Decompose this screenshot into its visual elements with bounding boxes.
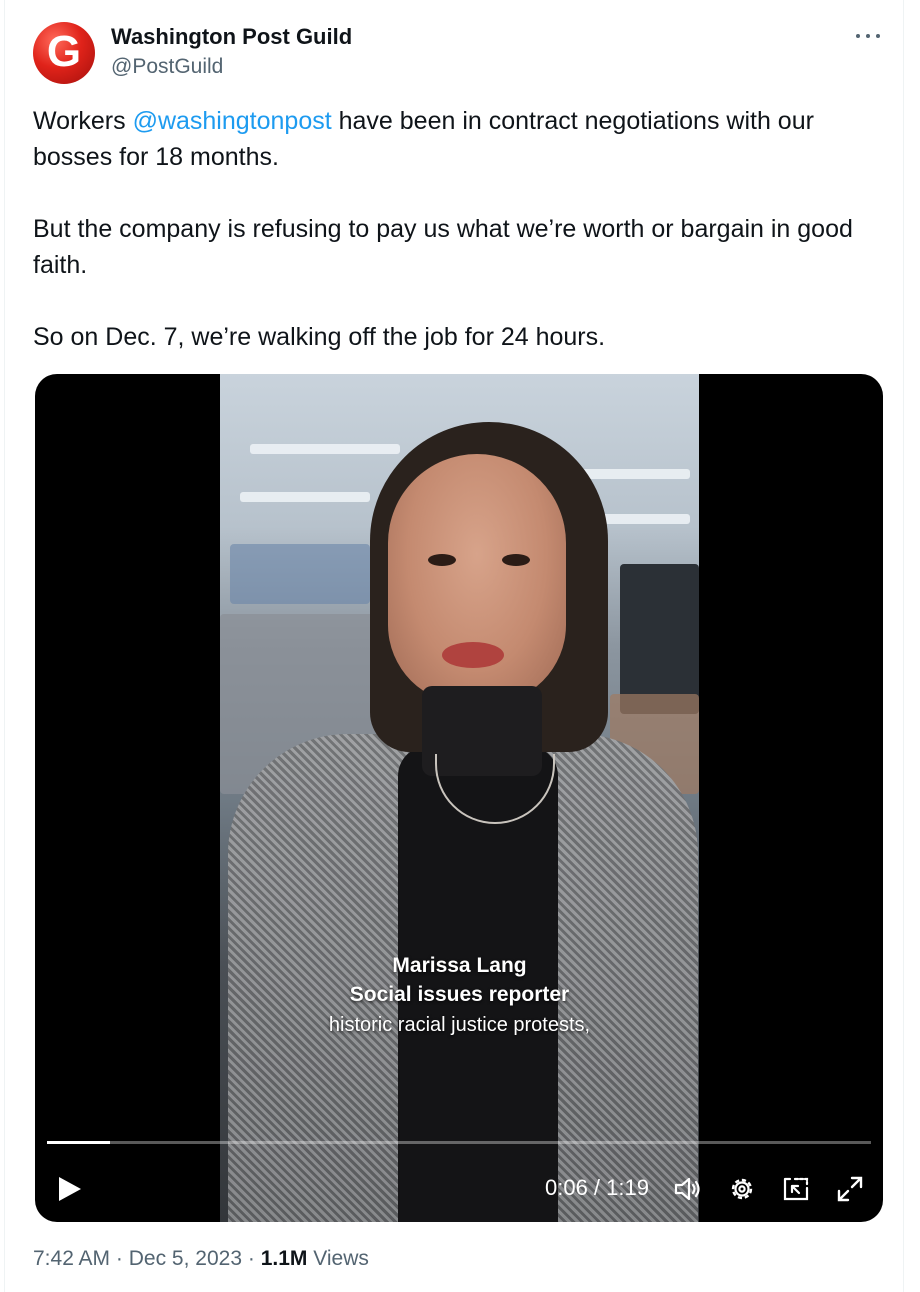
- mention-link[interactable]: @washingtonpost: [133, 107, 332, 135]
- more-options-button[interactable]: [853, 24, 883, 48]
- tweet-time[interactable]: 7:42 AM: [33, 1247, 110, 1270]
- picture-in-picture-icon: [783, 1177, 809, 1201]
- settings-button[interactable]: [727, 1174, 757, 1204]
- play-button[interactable]: [55, 1174, 85, 1204]
- volume-button[interactable]: [673, 1174, 703, 1204]
- tweet-text-segment: Workers: [33, 107, 133, 135]
- picture-in-picture-button[interactable]: [781, 1174, 811, 1204]
- volume-icon: [674, 1177, 700, 1201]
- tweet-card: G Washington Post Guild @PostGuild Worke…: [4, 0, 904, 1292]
- progress-fill: [47, 1141, 110, 1144]
- views-count[interactable]: 1.1M: [261, 1247, 308, 1270]
- tweet-paragraph: Workers @washingtonpost have been in con…: [33, 103, 883, 175]
- video-frame: [220, 374, 699, 1222]
- tweet-text: Workers @washingtonpost have been in con…: [33, 103, 883, 355]
- tweet-paragraph: So on Dec. 7, we’re walking off the job …: [33, 323, 606, 351]
- avatar[interactable]: G: [33, 22, 95, 84]
- caption-title: Social issues reporter: [349, 983, 570, 1006]
- author-name[interactable]: Washington Post Guild: [111, 24, 352, 50]
- tweet-date[interactable]: Dec 5, 2023: [129, 1247, 242, 1270]
- author-handle[interactable]: @PostGuild: [111, 55, 223, 79]
- settings-icon: [731, 1178, 753, 1200]
- meta-separator: ·: [247, 1247, 255, 1270]
- avatar-letter: G: [46, 27, 82, 76]
- more-dot-icon: [856, 34, 860, 38]
- tweet-paragraph: But the company is refusing to pay us wh…: [33, 215, 853, 279]
- fullscreen-button[interactable]: [835, 1174, 865, 1204]
- caption-subtitle: historic racial justice protests,: [328, 1014, 591, 1036]
- more-dot-icon: [866, 34, 870, 38]
- more-dot-icon: [876, 34, 880, 38]
- caption-name: Marissa Lang: [392, 954, 527, 977]
- fullscreen-icon: [837, 1176, 863, 1202]
- play-icon: [59, 1177, 81, 1201]
- meta-separator: ·: [115, 1247, 123, 1270]
- progress-bar[interactable]: [47, 1141, 871, 1144]
- views-label: Views: [313, 1247, 369, 1270]
- video-player[interactable]: Marissa Lang Social issues reporter hist…: [35, 374, 883, 1222]
- time-readout: 0:06 / 1:19: [545, 1175, 649, 1200]
- tweet-meta: 7:42 AM · Dec 5, 2023 · 1.1M Views: [33, 1247, 369, 1271]
